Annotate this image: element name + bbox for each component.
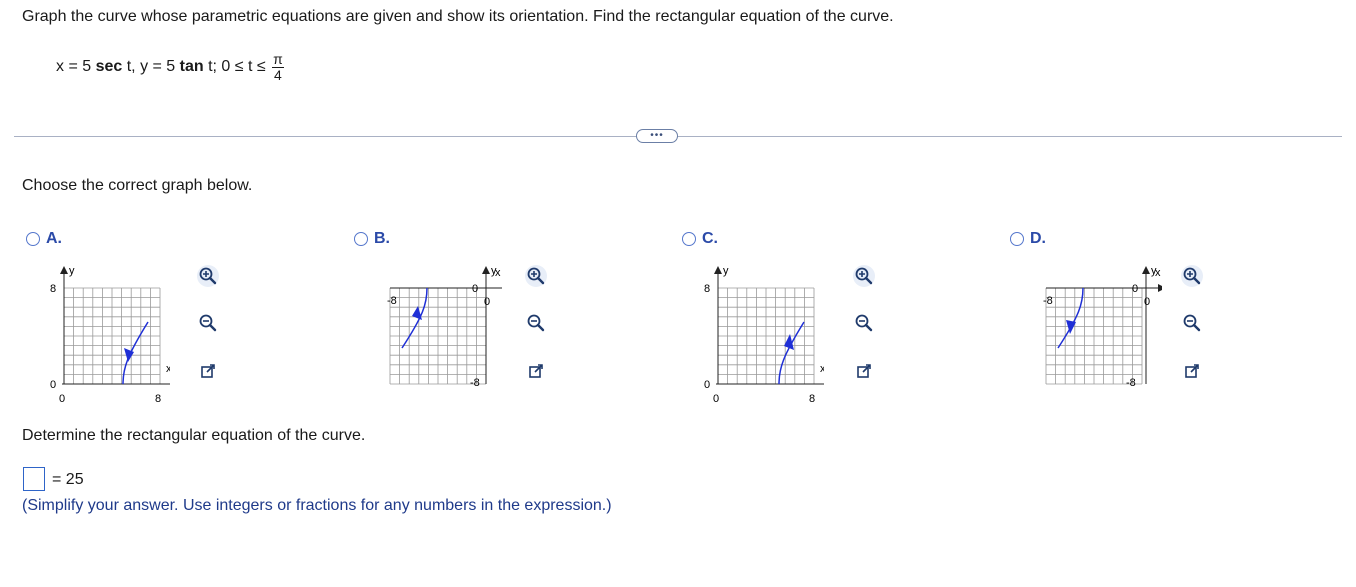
popout-icon[interactable] <box>196 359 220 383</box>
graph-c-origin-label: 0 <box>704 379 710 391</box>
graph-b-x-label: x <box>495 267 501 279</box>
graph-d-origin-label: 0 <box>1144 296 1150 308</box>
option-c[interactable]: C. <box>682 230 718 248</box>
graph-b-grid <box>389 287 487 385</box>
question-prompt: Graph the curve whose parametric equatio… <box>22 8 894 25</box>
popout-icon[interactable] <box>852 359 876 383</box>
option-c-label: C. <box>702 230 718 247</box>
graph-d-bottom-tick-label: -8 <box>1126 377 1136 389</box>
graph-c-y-label: y <box>723 265 729 277</box>
option-b[interactable]: B. <box>354 230 390 248</box>
graph-a-origin-label: 0 <box>50 379 56 391</box>
simplify-hint: (Simplify your answer. Use integers or f… <box>22 497 612 514</box>
graph-b-bottom-tick-label: -8 <box>470 377 480 389</box>
parametric-equation: x = 5 sec t, y = 5 tan t; 0 ≤ t ≤ π 4 <box>56 52 284 82</box>
eq-part1: x = 5 <box>56 58 96 76</box>
graph-d-grid <box>1045 287 1143 385</box>
graph-a-y-label: y <box>69 265 75 277</box>
graph-c-right-tick-label: 8 <box>809 393 815 405</box>
graph-c-grid <box>717 287 815 385</box>
popout-icon[interactable] <box>524 359 548 383</box>
graph-d: y x 0 0 -8 -8 <box>1043 265 1162 389</box>
radio-b[interactable] <box>354 232 368 246</box>
radio-c[interactable] <box>682 232 696 246</box>
graph-b-orientation-arrow <box>412 306 422 320</box>
graph-a-x-label: x <box>166 363 170 375</box>
answer-rhs: = 25 <box>52 471 84 488</box>
option-a-label: A. <box>46 230 62 247</box>
option-d-label: D. <box>1030 230 1046 247</box>
option-b-label: B. <box>374 230 390 247</box>
popout-icon[interactable] <box>1180 359 1204 383</box>
graph-c-x-label: x <box>820 363 824 375</box>
zoom-out-icon[interactable] <box>1180 311 1204 335</box>
determine-label: Determine the rectangular equation of th… <box>22 427 366 444</box>
graph-d-y-arrow <box>1142 266 1150 274</box>
graph-a-top-tick-label: 8 <box>50 283 56 295</box>
answer-input[interactable] <box>23 467 45 491</box>
section-divider <box>14 136 1342 137</box>
pi-over-4-fraction: π 4 <box>272 52 284 82</box>
graph-b-top-tick-label: 0 <box>472 283 478 295</box>
option-d[interactable]: D. <box>1010 230 1046 248</box>
zoom-in-icon[interactable] <box>196 264 220 288</box>
graph-c: y 8 0 0 8 x <box>704 265 824 405</box>
graph-b-y-arrow <box>482 266 490 274</box>
graph-a: y 8 0 0 8 x <box>50 265 170 405</box>
graph-a-origin-x-label: 0 <box>59 393 65 405</box>
radio-d[interactable] <box>1010 232 1024 246</box>
graph-c-y-arrow <box>714 266 722 274</box>
graph-d-curve <box>1057 287 1084 349</box>
graph-d-x-label: x <box>1155 267 1161 279</box>
eq-part2: t, y = 5 <box>122 58 180 76</box>
zoom-out-icon[interactable] <box>524 311 548 335</box>
fraction-denominator: 4 <box>274 66 282 83</box>
zoom-out-icon[interactable] <box>852 311 876 335</box>
graph-b-curve <box>401 287 428 349</box>
graph-b-left-tick-label: -8 <box>387 295 397 307</box>
tan-label: tan <box>179 58 204 76</box>
choose-graph-label: Choose the correct graph below. <box>22 177 253 194</box>
expand-more-button[interactable]: ••• <box>636 129 678 143</box>
graph-b-origin-label: 0 <box>484 296 490 308</box>
zoom-in-icon[interactable] <box>852 264 876 288</box>
radio-a[interactable] <box>26 232 40 246</box>
graph-b: y x 0 0 -8 -8 <box>387 265 502 389</box>
option-a[interactable]: A. <box>26 230 62 248</box>
graph-a-right-tick-label: 8 <box>155 393 161 405</box>
sec-label: sec <box>95 58 123 76</box>
graph-d-top-tick-label: 0 <box>1132 283 1138 295</box>
graph-d-left-tick-label: -8 <box>1043 295 1053 307</box>
zoom-in-icon[interactable] <box>1180 264 1204 288</box>
graph-a-y-arrow <box>60 266 68 274</box>
graph-c-origin-x-label: 0 <box>713 393 719 405</box>
eq-part3: t; 0 ≤ t ≤ <box>203 58 271 76</box>
zoom-out-icon[interactable] <box>196 311 220 335</box>
graph-c-top-tick-label: 8 <box>704 283 710 295</box>
fraction-numerator: π <box>272 51 284 68</box>
graph-a-grid <box>63 287 161 385</box>
zoom-in-icon[interactable] <box>524 264 548 288</box>
graph-d-x-arrow <box>1158 284 1162 292</box>
